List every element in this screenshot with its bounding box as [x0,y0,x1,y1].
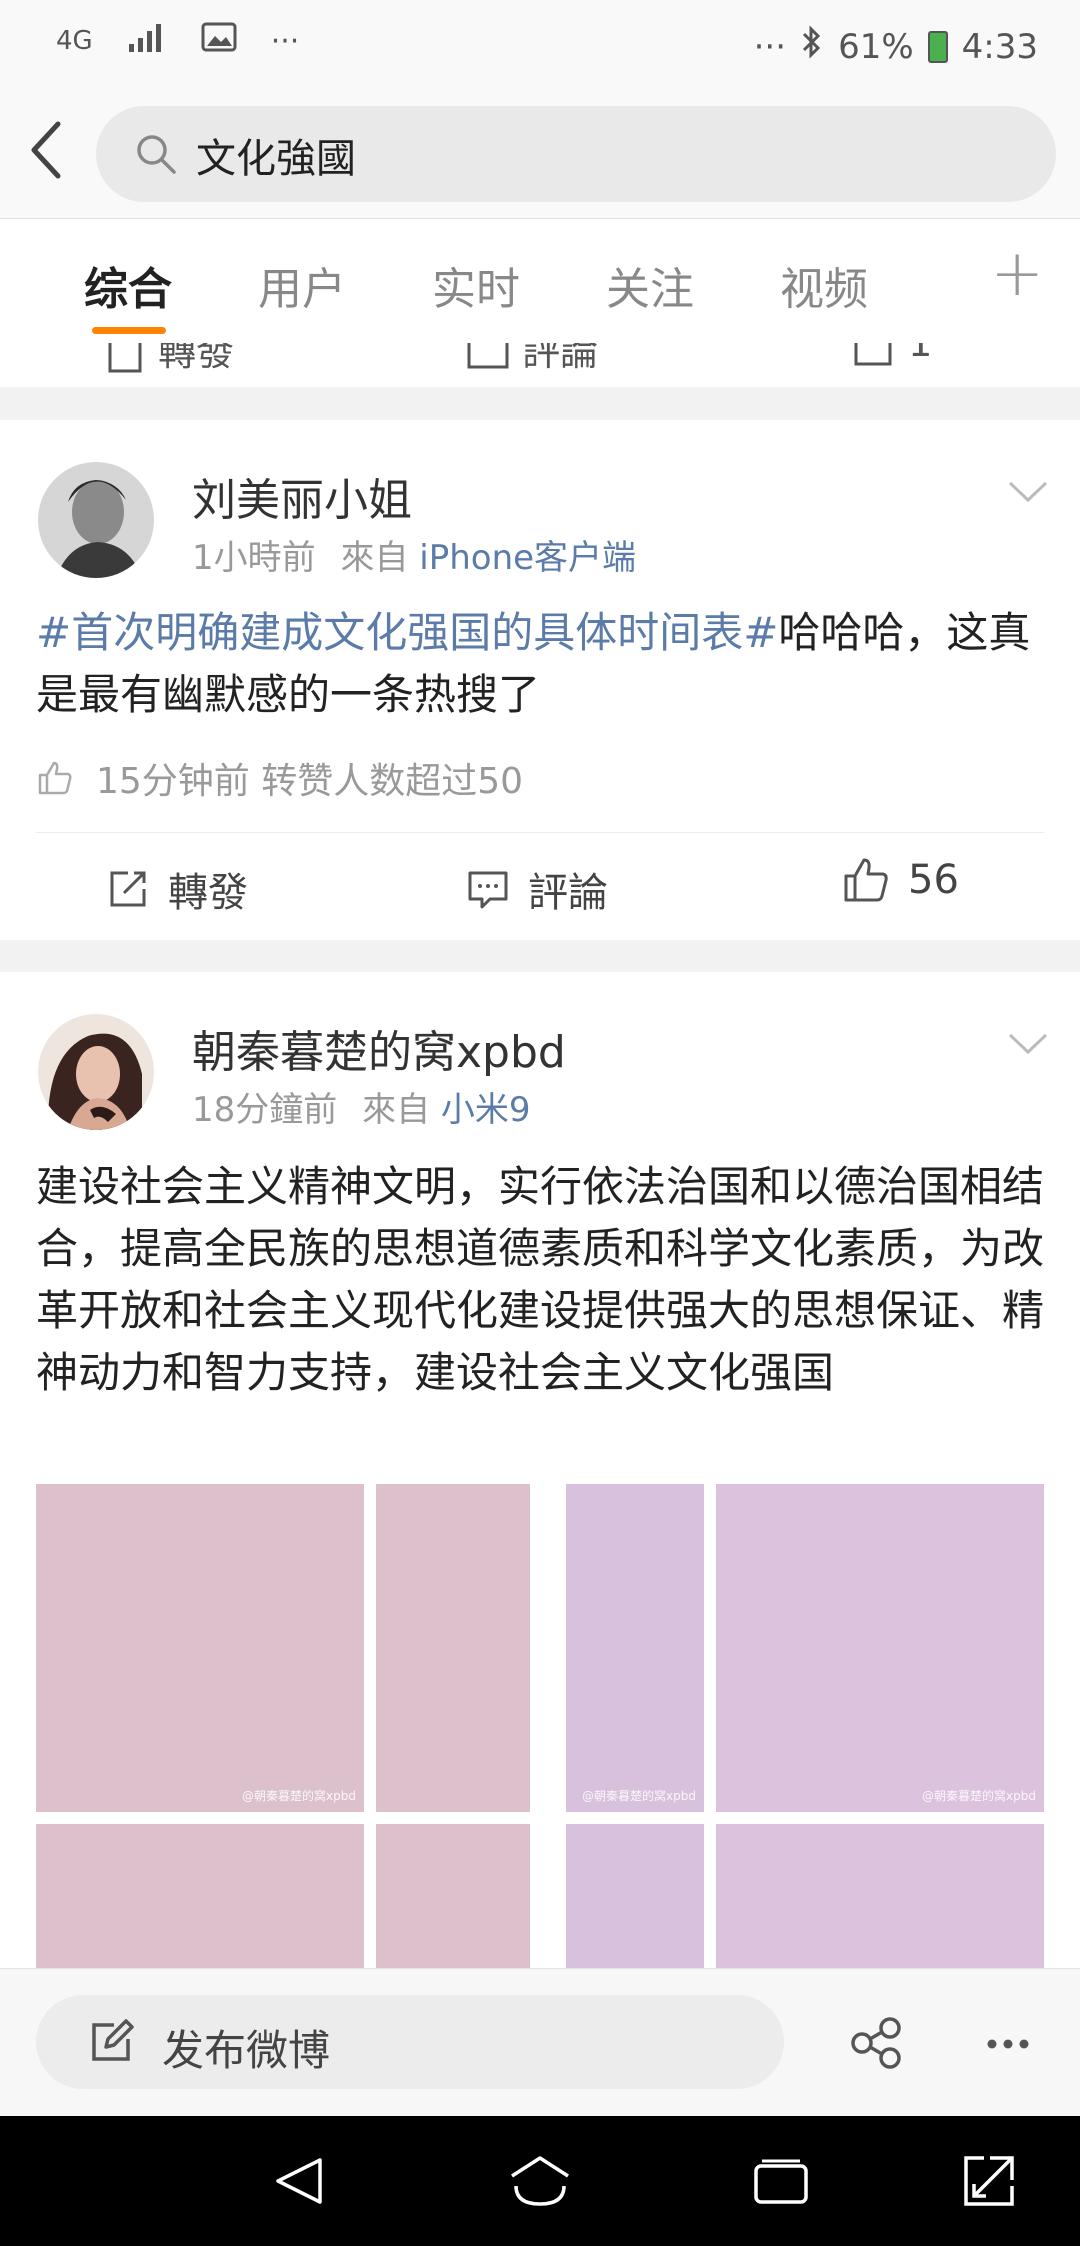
post-meta: 18分鐘前 來自 小米9 [192,1082,531,1131]
post-card[interactable]: 朝秦暮楚的窝xpbd 18分鐘前 來自 小米9 建设社会主义精神文明，实行依法治… [0,972,1080,1968]
post-image[interactable]: @朝秦暮楚的窝xpbd [716,1484,1044,1812]
compose-bar: 发布微博 [0,1968,1080,2117]
post-image[interactable]: @朝秦暮楚的窝xpbd [36,1484,364,1812]
image-watermark: @朝秦暮楚的窝xpbd [582,1789,696,1803]
post-image[interactable]: @朝秦暮楚的窝xpbd [566,1484,704,1812]
edit-icon [88,2019,134,2069]
prev-like-count: 1 [908,343,933,365]
topic-link[interactable]: #首次明确建成文化强国的具体时间表# [36,608,778,657]
like-activity-text: 15分钟前 转赞人数超过50 [96,761,524,802]
username[interactable]: 朝秦暮楚的窝xpbd [192,1016,566,1080]
prev-comment-button[interactable]: 評論 [466,343,598,376]
post-source[interactable]: 小米9 [441,1090,531,1130]
post-text: #首次明确建成文化强国的具体时间表#哈哈哈，这真是最有幽默感的一条热搜了 [36,602,1046,726]
like-icon [854,343,892,365]
post-time: 18分鐘前 [192,1090,338,1130]
gallery-notification-icon [201,22,237,60]
comment-icon [467,343,509,368]
compose-label: 发布微博 [162,2026,331,2075]
post-image[interactable] [376,1484,530,1812]
source-prefix: 來自 [362,1090,431,1130]
tab-video[interactable]: 视频 [780,253,868,317]
bluetooth-icon [800,24,824,69]
avatar[interactable] [38,1014,154,1130]
post-time: 1小時前 [192,538,316,578]
tab-users[interactable]: 用户 [258,253,346,317]
post-source[interactable]: iPhone客户端 [419,538,636,578]
thumbs-up-icon [844,858,888,902]
prev-repost-label: 轉發 [158,343,235,374]
image-watermark: @朝秦暮楚的窝xpbd [242,1789,356,1803]
like-count: 56 [908,857,959,903]
battery-percent: 61% [838,26,914,67]
signal-icon [127,22,167,60]
search-header: 文化強國 [0,90,1080,218]
system-nav-bar [0,2116,1080,2246]
status-bar: 4G ··· ··· 61% 4:33 [0,0,1080,90]
post-image[interactable] [566,1824,704,1968]
search-input[interactable]: 文化強國 [196,126,356,184]
expand-nav-icon[interactable] [960,2152,1018,2214]
post-meta: 1小時前 來自 iPhone客户端 [192,530,636,579]
chevron-down-icon[interactable] [1008,1032,1048,1056]
status-left: 4G ··· [56,22,299,60]
recents-nav-icon[interactable] [752,2158,810,2210]
more-icon[interactable] [986,2035,1030,2054]
share-icon[interactable] [850,2017,902,2073]
repost-icon [110,871,146,907]
status-right: ··· 61% 4:33 [754,24,1038,69]
active-tab-indicator [92,327,166,334]
tab-comprehensive[interactable]: 综合 [84,253,172,317]
post-image[interactable] [36,1824,364,1968]
repost-label: 轉發 [168,870,248,916]
thumbs-up-icon [38,761,72,795]
username[interactable]: 刘美丽小姐 [192,464,412,528]
compose-button[interactable]: 发布微博 [36,1995,784,2089]
back-nav-icon[interactable] [272,2154,326,2212]
chevron-down-icon[interactable] [1008,480,1048,504]
back-button[interactable] [26,120,66,180]
status-right-overflow: ··· [753,26,787,67]
avatar[interactable] [38,462,154,578]
source-prefix: 來自 [340,538,409,578]
clock: 4:33 [961,26,1038,67]
previous-post-actions: 轉發 評論 1 [0,343,1080,387]
tab-following[interactable]: 关注 [606,253,694,317]
like-activity: 15分钟前 转赞人数超过50 [36,752,523,804]
comment-button[interactable]: 評論 [466,860,608,918]
home-nav-icon[interactable] [508,2152,572,2214]
tab-realtime[interactable]: 实时 [432,253,520,317]
prev-comment-label: 評論 [522,343,599,374]
like-button[interactable]: 56 [842,856,959,904]
prev-like-button[interactable]: 1 [852,343,932,366]
post-body: 建设社会主义精神文明，实行依法治国和以德治国相结合，提高全民族的思想道德素质和科… [36,1162,1045,1397]
status-overflow: ··· [270,23,300,59]
search-icon [134,132,178,180]
post-image[interactable] [716,1824,1044,1968]
comment-label: 評論 [528,870,608,916]
prev-repost-button[interactable]: 轉發 [106,343,234,376]
comment-icon [468,871,508,909]
repost-icon [108,343,142,372]
result-tabs: 综合 用户 实时 关注 视频 + [0,218,1080,344]
divider [36,832,1044,833]
post-image[interactable] [376,1824,530,1968]
battery-icon [927,30,948,63]
search-bar[interactable]: 文化強國 [96,106,1056,202]
repost-button[interactable]: 轉發 [106,860,248,918]
back-arrow-icon [31,121,61,179]
image-watermark: @朝秦暮楚的窝xpbd [922,1789,1036,1803]
add-tab-button[interactable]: + [990,237,1044,311]
post-card[interactable]: 刘美丽小姐 1小時前 來自 iPhone客户端 #首次明确建成文化强国的具体时间… [0,420,1080,940]
network-indicator: 4G [56,26,93,56]
